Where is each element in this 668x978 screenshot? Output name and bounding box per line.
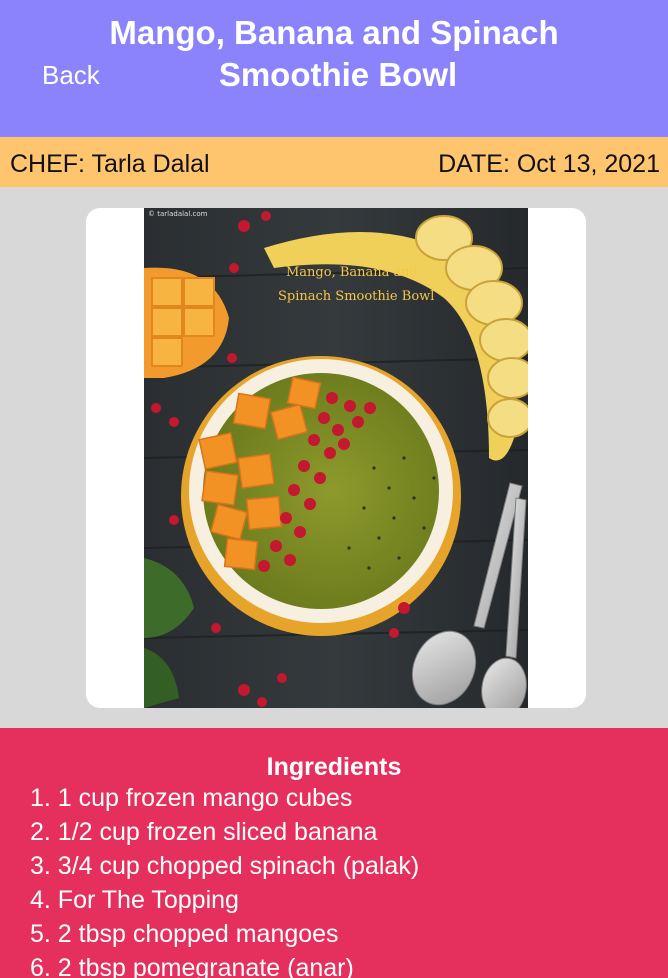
page-title: Mango, Banana and Spinach Smoothie Bowl (0, 12, 668, 96)
photo-caption-line-2: Spinach Smoothie Bowl (278, 289, 434, 304)
ingredient-item: 6. 2 tbsp pomegranate (anar) (30, 954, 354, 978)
ingredient-item: 5. 2 tbsp chopped mangoes (30, 920, 339, 948)
ingredient-item: 2. 1/2 cup frozen sliced banana (30, 818, 378, 846)
ingredients-section: Ingredients 1. 1 cup frozen mango cubes … (0, 728, 668, 978)
title-line-2: Smoothie Bowl (218, 56, 458, 93)
header: Back Mango, Banana and Spinach Smoothie … (0, 0, 668, 137)
recipe-photo: Mango, Banana and Spinach Smoothie Bowl … (144, 208, 528, 708)
photo-caption-line-1: Mango, Banana and (286, 265, 418, 280)
date-label: DATE: Oct 13, 2021 (438, 150, 660, 178)
photo-watermark: © tarladalal.com (148, 210, 208, 218)
title-line-1: Mango, Banana and Spinach (109, 14, 559, 51)
chef-label: CHEF: Tarla Dalal (10, 150, 210, 178)
ingredient-item: 3. 3/4 cup chopped spinach (palak) (30, 852, 420, 880)
ingredients-list: 1. 1 cup frozen mango cubes 2. 1/2 cup f… (0, 781, 668, 978)
recipe-meta-bar: CHEF: Tarla Dalal DATE: Oct 13, 2021 (0, 137, 668, 187)
ingredients-title: Ingredients (266, 753, 402, 781)
ingredient-item: 1. 1 cup frozen mango cubes (30, 784, 353, 812)
recipe-image-card: Mango, Banana and Spinach Smoothie Bowl … (86, 208, 586, 708)
ingredient-item: 4. For The Topping (30, 886, 239, 914)
